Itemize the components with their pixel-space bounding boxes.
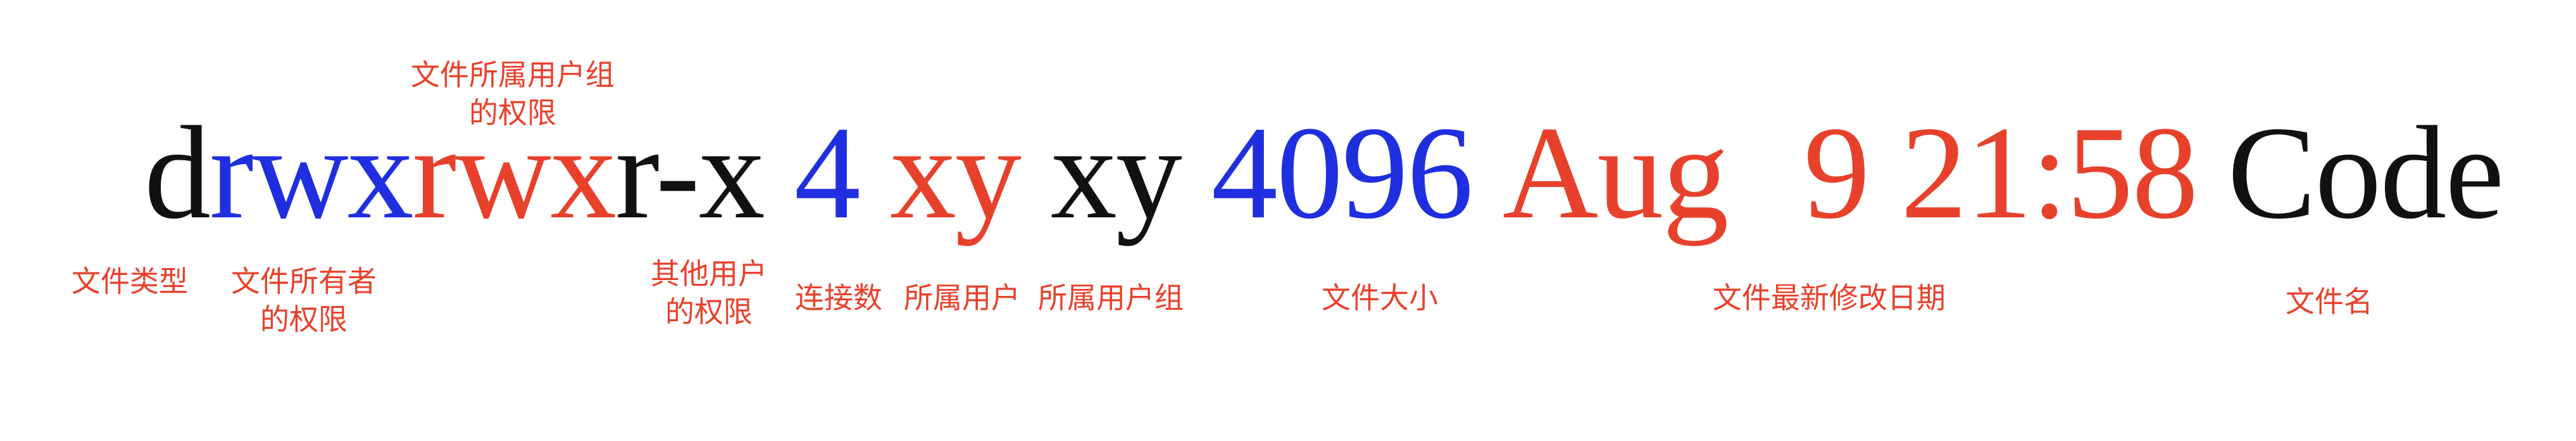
mtime-date-time: 9 21:58: [1803, 99, 2199, 246]
label-file-type-text: 文件类型: [72, 264, 188, 298]
label-group-permission: 文件所属用户组 的权限: [386, 56, 639, 132]
label-file-type: 文件类型: [51, 262, 209, 300]
mtime-month: Aug: [1502, 99, 1729, 246]
label-link-count-text: 连接数: [795, 281, 882, 315]
label-owner: 所属用户: [896, 279, 1029, 317]
link-count: 4: [794, 99, 861, 246]
file-type-char: d: [144, 99, 211, 246]
label-owner-text: 所属用户: [904, 281, 1020, 315]
label-owner-permission-line1: 文件所有者: [231, 264, 377, 298]
label-mtime-text: 文件最新修改日期: [1713, 281, 1946, 315]
label-group-text: 所属用户组: [1038, 281, 1184, 315]
label-file-name: 文件名: [2266, 283, 2392, 321]
label-mtime: 文件最新修改日期: [1665, 279, 1994, 317]
label-link-count: 连接数: [778, 279, 899, 317]
label-owner-permission: 文件所有者 的权限: [209, 262, 399, 338]
label-file-name-text: 文件名: [2285, 284, 2373, 319]
label-group: 所属用户组: [1019, 279, 1203, 317]
owner-permissions: rwx: [209, 99, 414, 246]
owner-name: xy: [889, 99, 1022, 246]
label-file-size: 文件大小: [1297, 279, 1462, 317]
label-file-size-text: 文件大小: [1322, 281, 1438, 315]
file-name: Code: [2227, 99, 2504, 246]
label-other-permission-line1: 其他用户: [651, 257, 767, 291]
label-other-permission: 其他用户 的权限: [633, 255, 785, 331]
group-name: xy: [1050, 99, 1182, 246]
label-owner-permission-line2: 的权限: [260, 302, 347, 336]
label-group-permission-line2: 的权限: [469, 96, 556, 130]
label-group-permission-line1: 文件所属用户组: [411, 58, 615, 92]
label-other-permission-line2: 的权限: [665, 295, 753, 329]
file-size: 4096: [1211, 99, 1473, 246]
